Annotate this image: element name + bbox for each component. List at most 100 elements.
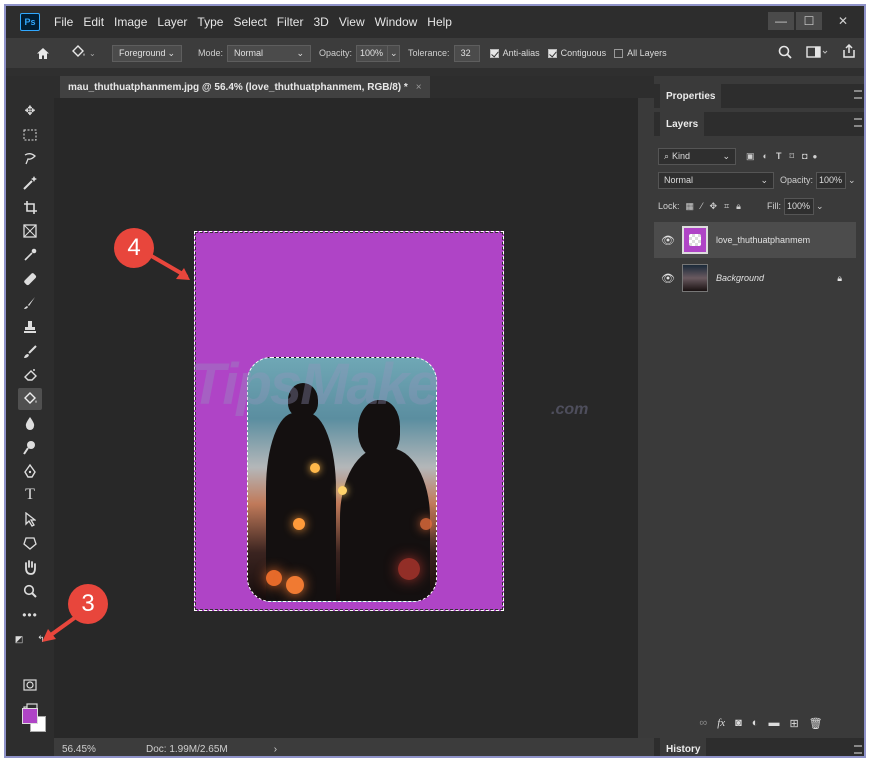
menu-select[interactable]: Select <box>233 15 266 29</box>
fill-input[interactable]: 100% <box>783 197 814 215</box>
canvas-scrollbar[interactable] <box>638 98 654 738</box>
document-tab[interactable]: mau_thuthuatphanmem.jpg @ 56.4% (love_th… <box>60 76 430 98</box>
move-icon[interactable]: ✥ <box>18 100 42 122</box>
zoom-icon[interactable] <box>18 580 42 602</box>
brush-icon[interactable] <box>18 292 42 314</box>
close-button[interactable]: ✕ <box>830 12 856 30</box>
lasso-icon[interactable] <box>18 148 42 170</box>
tolerance-input[interactable]: 32 <box>453 44 480 62</box>
new-group-icon[interactable]: ▬ <box>768 717 779 729</box>
menu-3d[interactable]: 3D <box>313 15 328 29</box>
layer-row[interactable]: 👁︎ Background 🔒︎ <box>654 260 856 296</box>
pen-icon[interactable] <box>18 460 42 482</box>
lock-transparent-icon[interactable]: ▦ <box>686 201 695 212</box>
paint-bucket-icon[interactable] <box>18 388 42 410</box>
tab-history[interactable]: History <box>660 738 707 756</box>
checkbox-checked-icon <box>489 48 499 58</box>
default-colors-icon[interactable]: ◩ <box>12 628 26 650</box>
layer-row[interactable]: 👁︎ love_thuthuatphanmem <box>654 222 856 258</box>
history-brush-icon[interactable] <box>18 340 42 362</box>
menu-image[interactable]: Image <box>114 15 147 29</box>
magic-wand-icon[interactable] <box>18 172 42 194</box>
close-tab-icon[interactable]: × <box>416 82 422 93</box>
layer-opacity-input[interactable]: 100% <box>816 171 847 189</box>
layer-kind-dropdown[interactable]: ⌕ Kind ⌄ <box>658 147 736 165</box>
adjustment-layer-icon[interactable]: ◐ <box>752 717 759 729</box>
lock-all-icon[interactable]: 🔒︎ <box>736 201 741 212</box>
bokeh-light <box>310 463 320 473</box>
mode-dropdown[interactable]: Normal ⌄ <box>227 44 312 62</box>
panel-menu-icon[interactable] <box>854 90 862 99</box>
link-layers-icon[interactable]: ∞ <box>699 717 707 729</box>
panel-menu-icon[interactable] <box>854 118 862 127</box>
all-layers-checkbox[interactable]: All Layers <box>614 48 667 58</box>
dodge-icon[interactable] <box>18 436 42 458</box>
visibility-eye-icon[interactable]: 👁︎ <box>654 234 682 247</box>
search-icon[interactable] <box>778 45 792 62</box>
chevron-down-icon[interactable]: ⌄ <box>816 201 824 212</box>
lock-position-icon[interactable]: ✥ <box>710 201 718 212</box>
layers-footer: ∞ fx ◙ ◐ ▬ ⊞ 🗑︎ <box>654 712 864 734</box>
eyedropper-icon[interactable] <box>18 244 42 266</box>
crop-icon[interactable] <box>18 196 42 218</box>
opacity-input[interactable]: 100% <box>356 44 389 62</box>
blend-mode-value: Normal <box>664 175 694 185</box>
tool-preset-picker[interactable]: ⌄ <box>70 44 104 62</box>
contiguous-checkbox[interactable]: Contiguous <box>547 48 606 58</box>
workspace-icon[interactable] <box>806 45 828 62</box>
frame-icon[interactable] <box>18 220 42 242</box>
foreground-color-swatch[interactable] <box>22 708 38 724</box>
tab-layers[interactable]: Layers <box>660 112 705 136</box>
home-icon[interactable] <box>32 43 54 63</box>
filter-toggle-icon[interactable]: ● <box>813 152 818 161</box>
document-canvas-selection[interactable] <box>194 231 504 611</box>
menu-filter[interactable]: Filter <box>277 15 304 29</box>
menu-help[interactable]: Help <box>427 15 452 29</box>
tolerance-label: Tolerance: <box>408 48 450 58</box>
menu-edit[interactable]: Edit <box>83 15 104 29</box>
type-icon[interactable]: T <box>18 484 42 506</box>
visibility-eye-icon[interactable]: 👁︎ <box>654 272 682 285</box>
maximize-button[interactable]: ☐ <box>796 12 822 30</box>
new-layer-icon[interactable]: ⊞ <box>789 717 798 730</box>
delete-layer-icon[interactable]: 🗑︎ <box>809 717 823 730</box>
layer-style-icon[interactable]: fx <box>717 717 725 729</box>
chevron-down-icon: ⌄ <box>89 48 96 58</box>
custom-shape-icon[interactable] <box>18 532 42 554</box>
menu-layer[interactable]: Layer <box>157 15 187 29</box>
checkbox-checked-icon <box>547 48 557 58</box>
status-menu-arrow[interactable]: › <box>274 744 277 755</box>
fill-source-dropdown[interactable]: Foreground ⌄ <box>112 44 182 62</box>
menu-view[interactable]: View <box>339 15 365 29</box>
filter-smart-object-icon[interactable]: ◘ <box>802 151 807 161</box>
menu-file[interactable]: File <box>54 15 73 29</box>
blur-icon[interactable] <box>18 412 42 434</box>
anti-alias-checkbox[interactable]: Anti-alias <box>489 48 540 58</box>
path-select-icon[interactable] <box>18 508 42 530</box>
healing-brush-icon[interactable] <box>18 268 42 290</box>
menu-type[interactable]: Type <box>197 15 223 29</box>
tab-properties[interactable]: Properties <box>660 84 722 108</box>
panel-menu-icon[interactable] <box>854 745 862 754</box>
filter-shape-icon[interactable]: ⌑ <box>789 151 794 162</box>
add-mask-icon[interactable]: ◙ <box>735 717 742 729</box>
minimize-button[interactable]: — <box>768 12 794 30</box>
filter-type-icon[interactable]: T <box>776 151 782 161</box>
blend-mode-dropdown[interactable]: Normal ⌄ <box>658 171 774 189</box>
woman-body <box>340 448 430 601</box>
marquee-icon[interactable] <box>18 124 42 146</box>
layer-thumbnail <box>682 226 708 254</box>
hand-icon[interactable] <box>18 556 42 578</box>
eraser-icon[interactable] <box>18 364 42 386</box>
chevron-down-icon[interactable]: ⌄ <box>848 175 856 186</box>
share-icon[interactable] <box>842 43 856 62</box>
opacity-dropdown[interactable]: ⌄ <box>388 44 401 62</box>
clone-stamp-icon[interactable] <box>18 316 42 338</box>
filter-pixel-icon[interactable]: ▣ <box>746 151 755 162</box>
lock-image-icon[interactable]: ⁄ <box>701 201 703 211</box>
menu-window[interactable]: Window <box>375 15 418 29</box>
lock-artboard-icon[interactable]: ⌗ <box>724 201 729 212</box>
zoom-level[interactable]: 56.45% <box>62 744 122 755</box>
quick-mask-icon[interactable] <box>18 674 42 696</box>
filter-adjustment-icon[interactable]: ◐ <box>763 151 768 161</box>
